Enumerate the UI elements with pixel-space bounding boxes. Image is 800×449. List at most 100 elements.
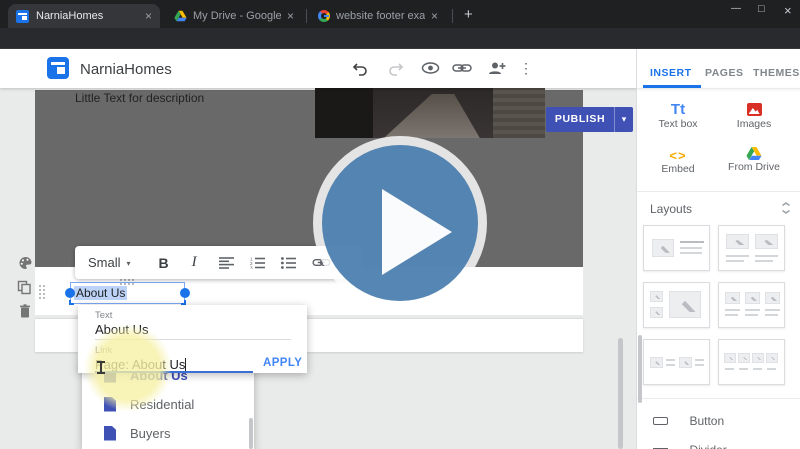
svg-text:3: 3	[250, 265, 253, 269]
insert-divider-row[interactable]: Divider	[653, 441, 727, 449]
from-drive-label: From Drive	[719, 161, 789, 173]
insert-button-row[interactable]: Button	[653, 412, 724, 430]
images-label: Images	[719, 118, 789, 130]
layout-card-image-text[interactable]	[643, 225, 710, 271]
site-title[interactable]: NarniaHomes	[80, 61, 172, 78]
button-icon	[653, 417, 668, 425]
tab-separator	[452, 9, 453, 23]
drive-favicon	[174, 10, 187, 22]
page-suggestions-dropdown: About Us Residential Buyers	[82, 360, 254, 449]
street-photo[interactable]	[315, 86, 545, 138]
apply-button[interactable]: APPLY	[263, 357, 302, 369]
browser-nav-bar: ← → ↻ ⌂ https://sites.google.com/s/156ZX…	[0, 28, 800, 49]
browser-window: NarniaHomes × My Drive - Google Drive × …	[0, 0, 800, 449]
insert-from-drive[interactable]: From Drive	[719, 146, 789, 173]
insert-text-box[interactable]: Tt Text box	[643, 101, 713, 130]
page-option-buyers[interactable]: Buyers	[82, 419, 254, 447]
publish-label[interactable]: PUBLISH	[546, 107, 615, 132]
tab-close-icon[interactable]: ×	[431, 10, 438, 22]
maximize-button[interactable]: □	[758, 3, 765, 15]
bold-button[interactable]: B	[159, 255, 169, 271]
editor-canvas: Little Text for description Small ▾ B I	[0, 49, 636, 449]
embed-label: Embed	[643, 163, 713, 175]
page-icon	[104, 397, 116, 412]
layout-card-gallery-left[interactable]	[643, 282, 710, 328]
publish-dropdown-icon[interactable]: ▾	[615, 107, 633, 132]
tab-pages[interactable]: PAGES	[705, 67, 743, 79]
selection-handle-left[interactable]	[65, 288, 75, 298]
undo-icon[interactable]	[352, 61, 369, 76]
collapse-layouts-icon[interactable]	[781, 202, 791, 214]
tab-close-icon[interactable]: ×	[145, 10, 152, 22]
layout-card-two-images[interactable]	[718, 225, 785, 271]
dropdown-scrollbar[interactable]	[249, 418, 253, 449]
layouts-section-title: Layouts	[650, 202, 692, 216]
tab-my-drive[interactable]: My Drive - Google Drive ×	[166, 4, 302, 28]
new-tab-button[interactable]: +	[464, 6, 473, 23]
play-icon	[382, 189, 452, 275]
section-theme-palette-icon[interactable]	[18, 256, 33, 270]
duplicate-section-icon[interactable]	[17, 280, 32, 295]
minimize-button[interactable]: —	[731, 3, 741, 14]
divider-label: Divider	[689, 443, 726, 449]
footer-description-text[interactable]: Little Text for description	[75, 91, 204, 105]
tab-title: website footer examples - Goog	[336, 10, 425, 22]
text-field-label: Text	[95, 310, 112, 321]
sidebar-scrollbar[interactable]	[638, 335, 642, 403]
sites-favicon	[16, 10, 29, 23]
page-option-residential[interactable]: Residential	[82, 390, 254, 418]
element-drag-handle[interactable]	[38, 284, 46, 300]
italic-button[interactable]: I	[192, 254, 197, 271]
google-favicon	[318, 10, 330, 22]
browser-tab-bar: NarniaHomes × My Drive - Google Drive × …	[0, 0, 800, 28]
align-button[interactable]	[219, 257, 234, 269]
tab-title: NarniaHomes	[36, 10, 139, 22]
link-field-input[interactable]: Page: About Us	[95, 357, 186, 372]
copy-link-icon[interactable]	[452, 61, 472, 75]
text-box-icon: Tt	[643, 101, 713, 118]
font-size-select[interactable]: Small	[88, 255, 121, 270]
tab-themes[interactable]: THEMES	[753, 67, 800, 79]
button-label: Button	[689, 414, 724, 428]
insert-sidebar: INSERT PAGES THEMES Tt Text box Images <…	[636, 49, 800, 449]
redo-icon[interactable]	[387, 61, 404, 76]
layout-card-three-columns[interactable]	[718, 282, 785, 328]
selection-handle-right[interactable]	[180, 288, 190, 298]
font-size-caret-icon[interactable]: ▾	[127, 259, 131, 268]
selected-text[interactable]: About Us	[74, 286, 127, 300]
canvas-scrollbar[interactable]	[618, 338, 623, 449]
text-field-value[interactable]: About Us	[95, 322, 148, 337]
tab-separator	[306, 9, 307, 23]
link-edit-popup: Text About Us Link Page: About Us APPLY	[78, 305, 307, 373]
bulleted-list-button[interactable]	[281, 257, 296, 269]
layout-card-four-columns[interactable]	[718, 339, 785, 385]
close-window-button[interactable]: ×	[784, 3, 792, 18]
tab-footer-examples[interactable]: website footer examples - Goog ×	[310, 4, 446, 28]
add-editors-icon[interactable]	[486, 60, 506, 76]
text-caret	[185, 358, 186, 371]
google-sites-logo	[47, 57, 69, 79]
editor-more-icon[interactable]: ⋮	[519, 60, 533, 77]
numbered-list-button[interactable]: 123	[250, 257, 265, 269]
element-top-drag-handle[interactable]	[119, 278, 135, 285]
tab-title: My Drive - Google Drive	[193, 10, 281, 22]
link-field-underline	[95, 371, 253, 373]
video-play-overlay[interactable]	[313, 136, 487, 310]
drive-icon	[746, 146, 762, 161]
ibeam-cursor	[97, 361, 105, 376]
publish-button[interactable]: PUBLISH ▾	[546, 107, 633, 132]
insert-embed[interactable]: <> Embed	[643, 148, 713, 175]
link-field-label: Link	[95, 345, 112, 356]
preview-eye-icon[interactable]	[421, 60, 440, 76]
tab-insert[interactable]: INSERT	[650, 67, 692, 79]
embed-icon: <>	[643, 148, 713, 163]
play-button-circle[interactable]	[322, 145, 478, 301]
delete-section-icon[interactable]	[19, 304, 31, 318]
tab-close-icon[interactable]: ×	[287, 10, 294, 22]
page-icon	[104, 426, 116, 441]
selected-text-element[interactable]: About Us	[70, 282, 185, 304]
insert-images[interactable]: Images	[719, 101, 789, 130]
layout-card-two-pairs[interactable]	[643, 339, 710, 385]
text-field-underline	[95, 339, 291, 340]
tab-narniahomes[interactable]: NarniaHomes ×	[8, 4, 160, 28]
